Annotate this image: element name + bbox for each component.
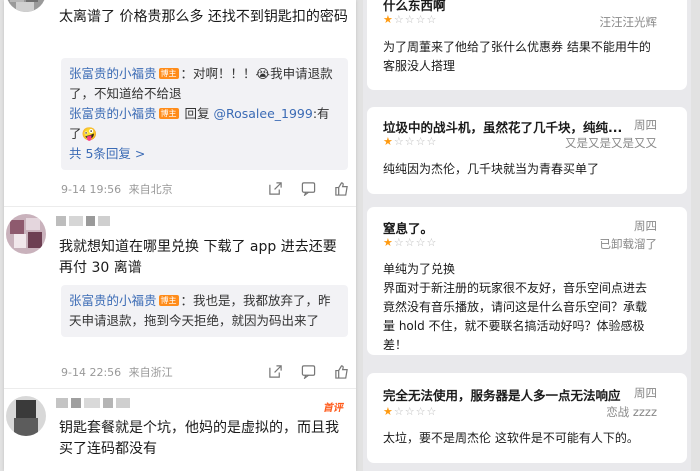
review-title: 垃圾中的战斗机，虽然花了几千块，纯纯...: [383, 120, 623, 135]
comment-meta: 9-14 19:56 来自北京: [61, 181, 173, 197]
weibo-comment-panel: 太离谱了 价格贵那么多 还找不到钥匙扣的密码 张富贵的小福贵 博主 ：对啊！！！😭我…: [4, 0, 356, 471]
star-icon: ☆: [426, 236, 437, 249]
view-all-replies-link[interactable]: 共 5条回复 >: [69, 144, 340, 164]
reply-prefix: 回复: [180, 106, 214, 121]
star-icon: ☆: [426, 405, 437, 418]
star-icon: ★: [383, 13, 393, 26]
review-date: 周四: [634, 219, 657, 233]
reply-thread: 张富贵的小福贵 博主 ：我也是，我都放弃了，昨天申请退款，拖到今天拒绝，就因为码出来…: [61, 285, 348, 337]
reply-item: 张富贵的小福贵 博主 回复 @Rosalee_1999:有了🤪: [69, 104, 340, 144]
review-card: 垃圾中的战斗机，虽然花了几千块，纯纯... 周四 ★ ☆ ☆ ☆ ☆ 又是又是又是又又 …: [367, 107, 687, 194]
star-icon: ☆: [415, 405, 426, 418]
share-icon[interactable]: [268, 364, 283, 379]
comment-icon[interactable]: [301, 181, 316, 196]
commenter-name-blurred[interactable]: [56, 216, 110, 228]
comment-text: 钥匙套餐就是个坑，他妈的是虚拟的，而且我买了连码都没有: [59, 420, 339, 457]
star-icon: ☆: [393, 405, 404, 418]
review-date: 周四: [634, 386, 657, 400]
review-title: 窒息了。: [383, 221, 434, 236]
star-icon: ☆: [415, 13, 426, 26]
review-author: 恋战 zzzz: [606, 405, 657, 419]
star-icon: ☆: [404, 236, 415, 249]
comment-text: 我就想知道在哪里兑换 下载了 app 进去还要再付 30 离谱: [59, 239, 337, 276]
review-body: 太垃，要不是周杰伦 这软件是不可能有人下的。: [383, 431, 639, 445]
star-icon: ☆: [404, 405, 415, 418]
comment-actions: [268, 181, 349, 196]
reply-item: 张富贵的小福贵 博主 ：我也是，我都放弃了，昨天申请退款，拖到今天拒绝，就因为码出来…: [69, 291, 340, 331]
review-author: 又是又是又是又又: [565, 136, 657, 150]
star-icon: ☆: [393, 13, 404, 26]
reply-author-link[interactable]: 张富贵的小福贵: [69, 106, 157, 121]
like-icon[interactable]: [334, 181, 349, 196]
star-icon: ★: [383, 135, 393, 148]
review-card: 窒息了。 周四 ★ ☆ ☆ ☆ ☆ 已卸载溜了 单纯为了兑换 界面对于新注册的玩家很不友…: [367, 207, 687, 355]
reply-author-link[interactable]: 张富贵的小福贵: [69, 293, 157, 308]
review-body: 单纯为了兑换 界面对于新注册的玩家很不友好，音乐空间点进去竟然没有音乐播放，请问…: [383, 262, 648, 352]
review-card: 什么东西啊 ★ ☆ ☆ ☆ ☆ 汪汪汪光辉 为了周董来了他给了张什么优惠券 结果不能用牛…: [367, 0, 687, 90]
star-rating: ★ ☆ ☆ ☆ ☆: [383, 406, 436, 417]
reply-thread: 张富贵的小福贵 博主 ：对啊！！！😭我申请退款了，不知道给不给退 张富贵的小福贵 博主…: [61, 58, 348, 170]
divider: [4, 206, 356, 207]
review-title: 什么东西啊: [383, 0, 446, 13]
share-icon[interactable]: [268, 181, 283, 196]
star-icon: ☆: [426, 135, 437, 148]
review-card: 完全无法使用，服务器是人多一点无法响应 周四 ★ ☆ ☆ ☆ ☆ 恋战 zzzz 太垃，…: [367, 373, 687, 463]
star-icon: ☆: [393, 135, 404, 148]
star-icon: ☆: [426, 13, 437, 26]
comment-time: 9-14 22:56: [61, 366, 122, 379]
like-icon[interactable]: [334, 364, 349, 379]
review-date: 周四: [634, 118, 657, 132]
commenter-name-blurred[interactable]: [56, 398, 130, 410]
comment-icon[interactable]: [301, 364, 316, 379]
star-rating: ★ ☆ ☆ ☆ ☆: [383, 136, 436, 147]
review-author: 已卸载溜了: [599, 237, 658, 251]
reply-author-link[interactable]: 张富贵的小福贵: [69, 66, 157, 81]
review-body: 纯纯因为杰伦，几千块就当为青春买单了: [383, 162, 600, 176]
comment-location: 来自浙江: [128, 366, 173, 379]
divider: [4, 388, 356, 389]
mention-link[interactable]: @Rosalee_1999: [213, 106, 312, 121]
star-icon: ☆: [404, 135, 415, 148]
star-rating: ★ ☆ ☆ ☆ ☆: [383, 14, 436, 25]
commenter-avatar[interactable]: [6, 214, 46, 254]
review-title: 完全无法使用，服务器是人多一点无法响应: [383, 388, 621, 403]
review-author: 汪汪汪光辉: [599, 15, 658, 29]
star-icon: ★: [383, 405, 393, 418]
star-icon: ☆: [404, 13, 415, 26]
comment-time: 9-14 19:56: [61, 183, 122, 196]
comment-meta: 9-14 22:56 来自浙江: [61, 364, 173, 380]
first-comment-badge: 首评: [322, 403, 345, 414]
comment-text: 太离谱了 价格贵那么多 还找不到钥匙扣的密码: [59, 9, 348, 25]
author-badge: 博主: [158, 295, 179, 306]
comment-location: 来自北京: [128, 183, 173, 196]
review-body: 为了周董来了他给了张什么优惠券 结果不能用牛的 客服没人搭理: [383, 40, 651, 73]
commenter-avatar[interactable]: [6, 0, 46, 12]
star-icon: ☆: [393, 236, 404, 249]
author-badge: 博主: [158, 108, 179, 119]
star-icon: ★: [383, 236, 393, 249]
commenter-avatar[interactable]: [6, 396, 46, 436]
reply-item: 张富贵的小福贵 博主 ：对啊！！！😭我申请退款了，不知道给不给退: [69, 64, 340, 104]
author-badge: 博主: [158, 68, 179, 79]
star-rating: ★ ☆ ☆ ☆ ☆: [383, 237, 436, 248]
app-review-panel: 什么东西啊 ★ ☆ ☆ ☆ ☆ 汪汪汪光辉 为了周董来了他给了张什么优惠券 结果不能用牛…: [363, 0, 691, 471]
comment-actions: [268, 364, 349, 379]
star-icon: ☆: [415, 236, 426, 249]
star-icon: ☆: [415, 135, 426, 148]
